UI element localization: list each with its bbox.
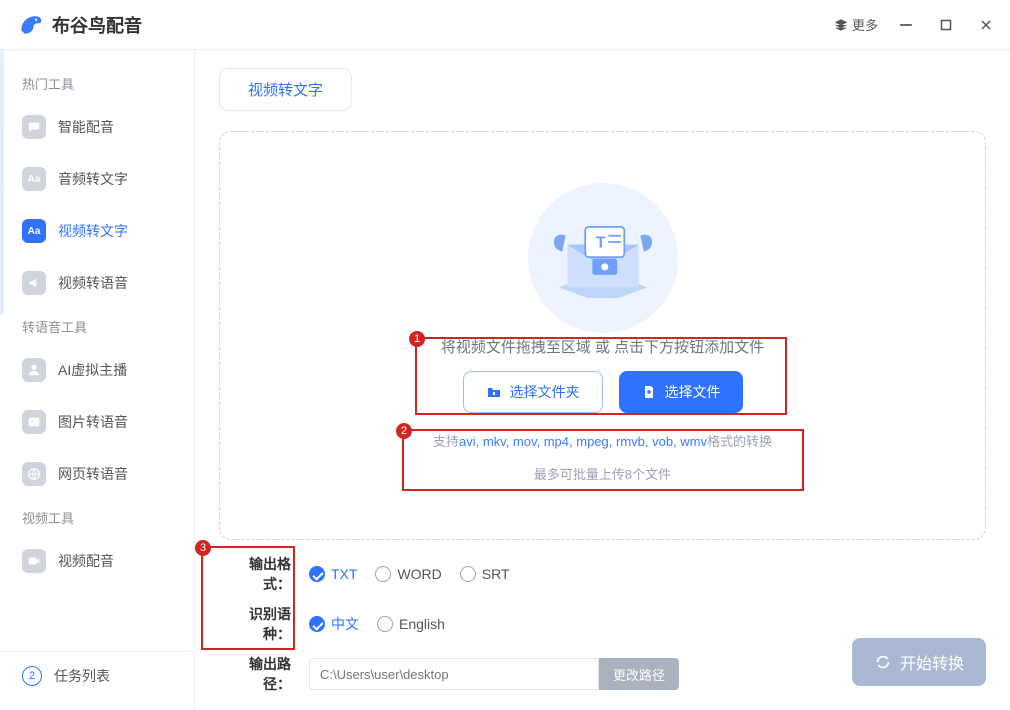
window-controls [898, 17, 994, 33]
folder-icon [486, 384, 502, 400]
sidebar-item-image-to-speech[interactable]: 图片转语音 [0, 396, 194, 448]
radio-chinese[interactable]: 中文 [309, 614, 359, 634]
chat-icon [22, 115, 46, 139]
stack-icon [834, 18, 848, 32]
minimize-button[interactable] [898, 17, 914, 33]
change-path-button[interactable]: 更改路径 [599, 658, 679, 690]
select-folder-button[interactable]: 选择文件夹 [463, 371, 603, 413]
sidebar-item-audio-to-text[interactable]: 音频转文字 [0, 153, 194, 205]
maximize-button[interactable] [938, 17, 954, 33]
image-icon [22, 410, 46, 434]
sidebar: 热门工具 智能配音 音频转文字 视频转文字 视频转语音 转语音工具 AI虚拟主播… [0, 50, 195, 710]
sidebar-item-label: 视频转语音 [58, 273, 128, 293]
video-icon [22, 549, 46, 573]
sidebar-item-web-to-speech[interactable]: 网页转语音 [0, 448, 194, 500]
bird-icon [16, 11, 44, 39]
row-output-format: 输出格式： TXT WORD SRT [223, 554, 986, 594]
section-hot-tools: 热门工具 [0, 66, 194, 101]
select-file-button[interactable]: 选择文件 [619, 371, 743, 413]
radio-english[interactable]: English [377, 616, 445, 632]
tab-video-to-text[interactable]: 视频转文字 [219, 68, 352, 111]
app-title: 布谷鸟配音 [52, 12, 142, 38]
sidebar-item-label: AI虚拟主播 [58, 360, 127, 380]
svg-text:T: T [595, 234, 605, 251]
dropzone-text: 将视频文件拖拽至区域 或 点击下方按钮添加文件 [441, 336, 764, 357]
dropzone[interactable]: T 将视频文件拖拽至区域 或 点击下方按钮添加文件 选择文件夹 选择文件 [219, 131, 986, 540]
label-output-path: 输出路径： [223, 654, 291, 694]
support-text: 支持avi, mkv, mov, mp4, mpeg, rmvb, vob, w… [433, 431, 772, 450]
content-area: 视频转文字 T 将视频文件拖拽至区域 或 点 [195, 50, 1010, 710]
output-path-input[interactable] [309, 658, 599, 690]
radio-srt[interactable]: SRT [460, 566, 510, 582]
limit-text: 最多可批量上传8个文件 [534, 464, 671, 483]
label-output-format: 输出格式： [223, 554, 291, 594]
sidebar-item-video-to-speech[interactable]: 视频转语音 [0, 257, 194, 309]
sidebar-item-smart-dub[interactable]: 智能配音 [0, 101, 194, 153]
sidebar-item-video-to-text[interactable]: 视频转文字 [0, 205, 194, 257]
task-list-button[interactable]: 2 任务列表 [0, 651, 194, 700]
task-list-label: 任务列表 [54, 666, 110, 686]
sidebar-item-label: 音频转文字 [58, 169, 128, 189]
upload-illustration: T [518, 188, 688, 328]
label-language: 识别语种： [223, 604, 291, 644]
sound-icon [22, 271, 46, 295]
section-video-tools: 视频工具 [0, 500, 194, 535]
globe-icon [22, 462, 46, 486]
titlebar: 布谷鸟配音 更多 [0, 0, 1010, 50]
sidebar-item-label: 网页转语音 [58, 464, 128, 484]
section-tts-tools: 转语音工具 [0, 309, 194, 344]
start-convert-button[interactable]: 开始转换 [852, 638, 986, 686]
sidebar-item-ai-anchor[interactable]: AI虚拟主播 [0, 344, 194, 396]
radio-txt[interactable]: TXT [309, 566, 357, 582]
radio-word[interactable]: WORD [375, 566, 441, 582]
sidebar-item-label: 视频配音 [58, 551, 114, 571]
sidebar-item-video-dub[interactable]: 视频配音 [0, 535, 194, 587]
app-logo: 布谷鸟配音 [16, 11, 142, 39]
sidebar-item-label: 图片转语音 [58, 412, 128, 432]
aa-icon [22, 219, 46, 243]
more-button[interactable]: 更多 [834, 15, 878, 34]
close-button[interactable] [978, 17, 994, 33]
file-add-icon [641, 384, 657, 400]
aa-icon [22, 167, 46, 191]
sidebar-item-label: 智能配音 [58, 117, 114, 137]
sidebar-item-label: 视频转文字 [58, 221, 128, 241]
refresh-icon [874, 653, 892, 671]
task-count-badge: 2 [22, 666, 42, 686]
person-icon [22, 358, 46, 382]
